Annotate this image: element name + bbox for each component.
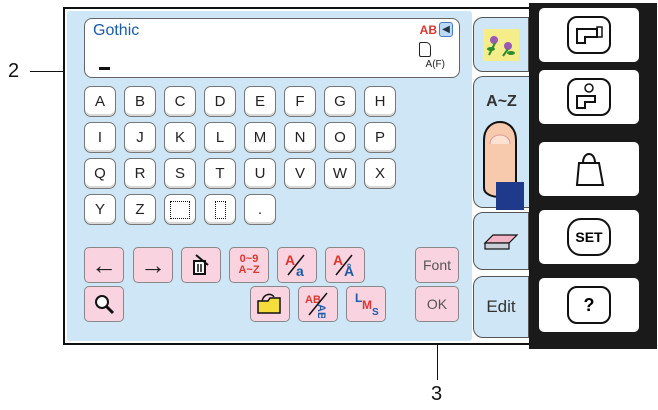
key-k[interactable]: K	[164, 122, 196, 153]
numeric-bottom-label: A~Z	[238, 264, 260, 276]
accent-button[interactable]: AÅ	[325, 247, 365, 283]
wide-space-icon	[170, 200, 190, 219]
lms-icon: L MS	[355, 291, 379, 318]
speaker-icon: ◀	[439, 22, 453, 37]
tab-stitch-pattern[interactable]	[473, 17, 529, 72]
key-m[interactable]: M	[244, 122, 276, 153]
key-y[interactable]: Y	[84, 194, 116, 225]
text-display: Gothic AB ◀ A(F)	[84, 18, 460, 78]
right-arrow-button[interactable]: →	[133, 247, 173, 283]
narrow-space-key[interactable]	[204, 194, 236, 225]
key-v[interactable]: V	[284, 158, 316, 189]
text-direction-badge: AB	[419, 23, 437, 37]
size-button[interactable]: LMS	[346, 286, 386, 322]
svg-text:M: M	[362, 298, 372, 312]
case-toggle-button[interactable]: Aa	[277, 247, 317, 283]
svg-text:A: A	[333, 252, 343, 268]
embroidery-machine-icon-frame	[567, 78, 611, 116]
key-h[interactable]: H	[364, 86, 396, 117]
embroidery-machine-icon	[576, 83, 596, 109]
left-arrow-button[interactable]: ←	[84, 247, 124, 283]
key-i[interactable]: I	[84, 122, 116, 153]
zoom-button[interactable]	[84, 286, 124, 322]
open-file-button[interactable]	[250, 286, 290, 322]
key-c[interactable]: C	[164, 86, 196, 117]
font-name: Gothic	[93, 22, 140, 39]
key-d[interactable]: D	[204, 86, 236, 117]
ok-button[interactable]: OK	[415, 286, 459, 322]
case-icon: Aa	[285, 252, 305, 279]
key-n[interactable]: N	[284, 122, 316, 153]
svg-text:A: A	[285, 252, 295, 268]
sewing-machine-icon	[576, 26, 603, 44]
key-q[interactable]: Q	[84, 158, 116, 189]
svg-text:S: S	[372, 307, 379, 318]
bag-icon	[575, 153, 605, 186]
tab-edit[interactable]: Edit	[473, 276, 529, 338]
key-f[interactable]: F	[284, 86, 316, 117]
mirror-button[interactable]: AB AB	[298, 286, 338, 322]
delete-button[interactable]	[181, 247, 221, 283]
tab-eraser[interactable]	[473, 212, 529, 270]
set-label: SET	[567, 218, 611, 256]
font-button[interactable]: Font	[415, 247, 459, 283]
key-o[interactable]: O	[324, 122, 356, 153]
mirror-icon: ABAB	[305, 292, 328, 318]
set-button[interactable]: SET	[539, 210, 639, 264]
svg-text:AB: AB	[315, 304, 327, 318]
callout-2: 2	[8, 60, 20, 82]
callout-3: 3	[431, 383, 443, 405]
svg-text:Å: Å	[344, 263, 354, 279]
key-s[interactable]: S	[164, 158, 196, 189]
key-j[interactable]: J	[124, 122, 156, 153]
sewing-mode-button[interactable]	[539, 8, 639, 62]
key-w[interactable]: W	[324, 158, 356, 189]
bag-button[interactable]	[539, 142, 639, 196]
period-key[interactable]: .	[244, 194, 276, 225]
key-p[interactable]: P	[364, 122, 396, 153]
finger-pointer-icon	[483, 121, 524, 210]
magnifier-icon	[95, 295, 115, 315]
key-g[interactable]: G	[324, 86, 356, 117]
tab-alphabet-label: A~Z	[486, 93, 517, 110]
help-button[interactable]: ?	[539, 278, 639, 332]
key-r[interactable]: R	[124, 158, 156, 189]
trash-icon	[193, 254, 209, 275]
key-b[interactable]: B	[124, 86, 156, 117]
help-label: ?	[567, 286, 611, 324]
numeric-keys-button[interactable]: 0~9 A~Z	[229, 247, 269, 283]
key-e[interactable]: E	[244, 86, 276, 117]
sewing-machine-icon-frame	[567, 16, 611, 54]
text-cursor	[99, 67, 110, 70]
key-u[interactable]: U	[244, 158, 276, 189]
flower-icon	[483, 28, 519, 61]
key-x[interactable]: X	[364, 158, 396, 189]
folder-icon	[257, 293, 281, 314]
svg-text:a: a	[296, 263, 304, 279]
font-code: A(F)	[425, 59, 445, 70]
key-a[interactable]: A	[84, 86, 116, 117]
narrow-space-icon	[214, 200, 226, 219]
tab-edit-label: Edit	[486, 297, 516, 316]
key-t[interactable]: T	[204, 158, 236, 189]
eraser-icon	[483, 234, 519, 250]
key-l[interactable]: L	[204, 122, 236, 153]
space-key[interactable]	[164, 194, 196, 225]
accent-icon: AÅ	[333, 252, 354, 279]
file-icon	[419, 42, 431, 57]
embroidery-mode-button[interactable]	[539, 70, 639, 124]
key-z[interactable]: Z	[124, 194, 156, 225]
